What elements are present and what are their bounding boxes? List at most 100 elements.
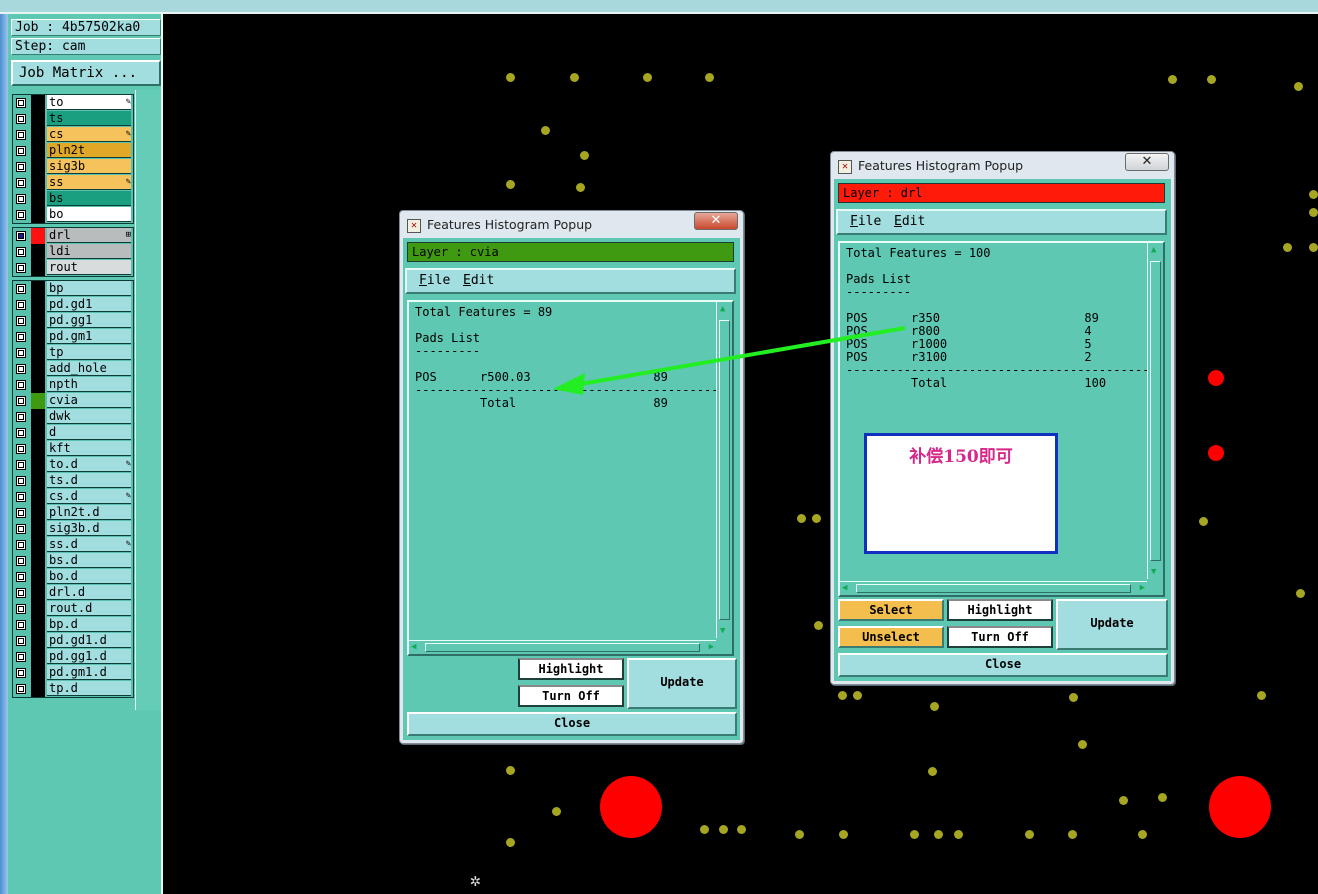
vertical-scrollbar[interactable]: ▲ ▼: [716, 302, 732, 638]
layer-name[interactable]: add_hole: [47, 361, 131, 376]
layer-name[interactable]: pd.gg1.d: [47, 649, 131, 664]
close-button[interactable]: Close: [407, 712, 737, 736]
layer-name[interactable]: tp: [47, 345, 131, 360]
window-close-button[interactable]: ✕: [694, 212, 738, 230]
layer-checkbox[interactable]: [16, 300, 26, 310]
layer-name[interactable]: bo: [47, 207, 131, 222]
layer-name[interactable]: drl: [47, 228, 131, 243]
layer-name[interactable]: bs: [47, 191, 131, 206]
layer-row[interactable]: drl ⊞: [13, 228, 133, 244]
layer-name[interactable]: pd.gd1: [47, 297, 131, 312]
highlight-button[interactable]: Highlight: [947, 599, 1053, 621]
scroll-right-icon[interactable]: ▶: [1140, 583, 1145, 593]
layer-row[interactable]: d: [13, 425, 133, 441]
update-button[interactable]: Update: [627, 658, 737, 709]
layer-checkbox[interactable]: [16, 636, 26, 646]
layer-name[interactable]: bs.d: [47, 553, 131, 568]
layer-row[interactable]: to.d ✎: [13, 457, 133, 473]
layer-checkbox[interactable]: [16, 476, 26, 486]
layer-name[interactable]: sig3b: [47, 159, 131, 174]
horizontal-scrollbar[interactable]: ◀ ▶: [840, 581, 1147, 595]
layer-row[interactable]: pd.gm1.d: [13, 665, 133, 681]
layer-row[interactable]: bs: [13, 191, 133, 207]
layer-name[interactable]: rout: [47, 260, 131, 275]
layer-name[interactable]: bp: [47, 281, 131, 296]
turn-off-button[interactable]: Turn Off: [947, 626, 1053, 648]
layer-name[interactable]: ldi: [47, 244, 131, 259]
scroll-right-icon[interactable]: ▶: [709, 642, 714, 652]
layer-name[interactable]: pd.gd1.d: [47, 633, 131, 648]
layer-row[interactable]: sig3b.d: [13, 521, 133, 537]
turn-off-button[interactable]: Turn Off: [518, 685, 624, 707]
layer-name[interactable]: kft: [47, 441, 131, 456]
layer-name[interactable]: pln2t.d: [47, 505, 131, 520]
layer-name[interactable]: ts: [47, 111, 131, 126]
layer-row[interactable]: ss.d ✎: [13, 537, 133, 553]
layer-checkbox[interactable]: [16, 380, 26, 390]
layer-name[interactable]: pd.gm1.d: [47, 665, 131, 680]
layer-checkbox[interactable]: [16, 684, 26, 694]
layer-row[interactable]: npth: [13, 377, 133, 393]
layer-checkbox[interactable]: [16, 284, 26, 294]
layer-checkbox[interactable]: [16, 492, 26, 502]
layer-row[interactable]: bp.d: [13, 617, 133, 633]
job-matrix-button[interactable]: Job Matrix ...: [11, 60, 161, 86]
popup-titlebar[interactable]: ✕ Features Histogram Popup ✕: [403, 212, 740, 238]
layer-name[interactable]: ts.d: [47, 473, 131, 488]
layer-name[interactable]: cs.d: [47, 489, 131, 504]
scroll-left-icon[interactable]: ◀: [411, 642, 416, 652]
layer-row[interactable]: pln2t: [13, 143, 133, 159]
layer-checkbox[interactable]: [16, 178, 26, 188]
layer-checkbox[interactable]: [16, 98, 26, 108]
layer-checkbox[interactable]: [16, 364, 26, 374]
layer-checkbox[interactable]: [16, 572, 26, 582]
layer-row[interactable]: add_hole: [13, 361, 133, 377]
scroll-up-icon[interactable]: ▲: [720, 304, 725, 314]
layer-row[interactable]: pln2t.d: [13, 505, 133, 521]
layer-checkbox[interactable]: [16, 348, 26, 358]
window-close-button[interactable]: ✕: [1125, 153, 1169, 171]
layer-checkbox[interactable]: [16, 210, 26, 220]
layer-name[interactable]: cvia: [47, 393, 131, 408]
highlight-button[interactable]: Highlight: [518, 658, 624, 680]
layer-row[interactable]: cs.d ✎: [13, 489, 133, 505]
layer-name[interactable]: sig3b.d: [47, 521, 131, 536]
vertical-scrollbar[interactable]: ▲ ▼: [1147, 243, 1163, 579]
layer-name[interactable]: rout.d: [47, 601, 131, 616]
layer-row[interactable]: pd.gd1.d: [13, 633, 133, 649]
layer-checkbox[interactable]: [16, 620, 26, 630]
layer-row[interactable]: ldi: [13, 244, 133, 260]
layer-checkbox[interactable]: [16, 263, 26, 273]
horizontal-scrollbar[interactable]: ◀ ▶: [409, 640, 716, 654]
close-button[interactable]: Close: [838, 653, 1168, 677]
layer-row[interactable]: cvia: [13, 393, 133, 409]
layer-row[interactable]: drl.d: [13, 585, 133, 601]
layer-row[interactable]: to ✎: [13, 95, 133, 111]
layer-checkbox[interactable]: [16, 428, 26, 438]
layer-row[interactable]: pd.gm1: [13, 329, 133, 345]
layer-checkbox[interactable]: [16, 247, 26, 257]
menu-file[interactable]: File: [419, 273, 450, 288]
scroll-down-icon[interactable]: ▼: [1151, 567, 1156, 577]
scroll-down-icon[interactable]: ▼: [720, 626, 725, 636]
layer-row[interactable]: ts: [13, 111, 133, 127]
select-button[interactable]: Select: [838, 599, 944, 621]
menu-file[interactable]: File: [850, 214, 881, 229]
layer-name[interactable]: ss: [47, 175, 131, 190]
layer-name[interactable]: bo.d: [47, 569, 131, 584]
layer-checkbox[interactable]: [16, 588, 26, 598]
layer-checkbox[interactable]: [16, 231, 26, 241]
layer-name[interactable]: npth: [47, 377, 131, 392]
layer-checkbox[interactable]: [16, 316, 26, 326]
layer-name[interactable]: pln2t: [47, 143, 131, 158]
layer-row[interactable]: bo: [13, 207, 133, 223]
layer-name[interactable]: tp.d: [47, 681, 131, 696]
layer-row[interactable]: rout.d: [13, 601, 133, 617]
layer-name[interactable]: to: [47, 95, 131, 110]
layer-row[interactable]: pd.gg1.d: [13, 649, 133, 665]
layer-checkbox[interactable]: [16, 130, 26, 140]
layer-row[interactable]: bo.d: [13, 569, 133, 585]
scroll-up-icon[interactable]: ▲: [1151, 245, 1156, 255]
layer-checkbox[interactable]: [16, 604, 26, 614]
layer-name[interactable]: to.d: [47, 457, 131, 472]
